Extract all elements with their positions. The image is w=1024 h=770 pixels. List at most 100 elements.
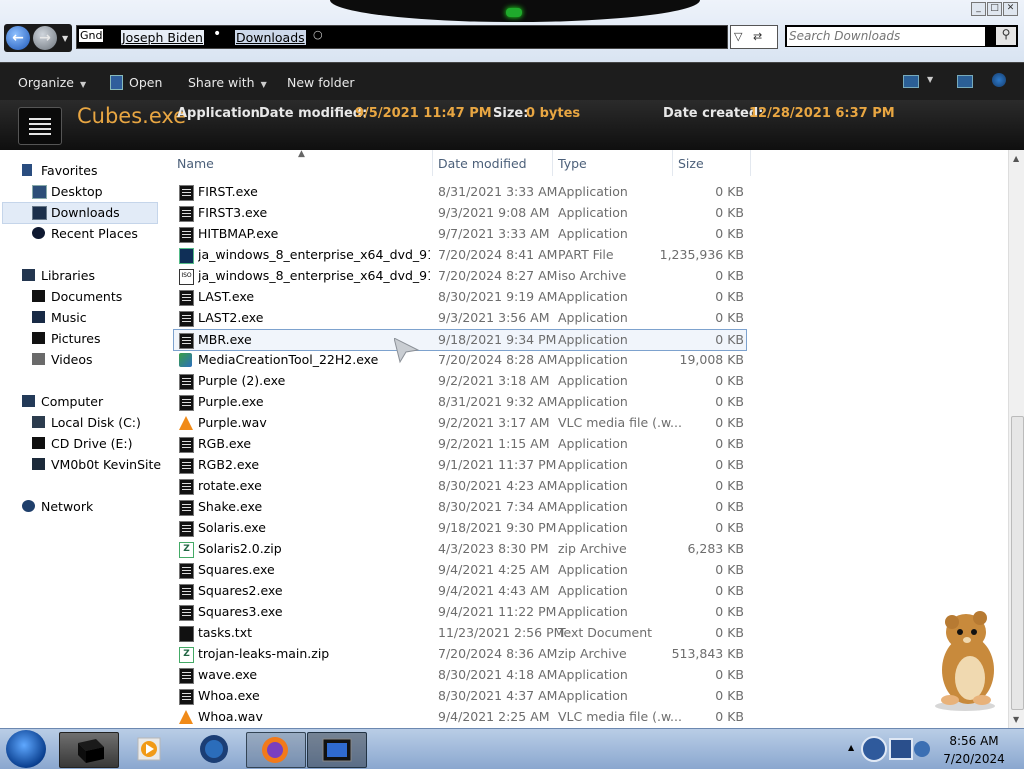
file-type: Application [558, 583, 628, 598]
recent-pages-dropdown-icon[interactable]: ▼ [62, 34, 68, 43]
address-history-dropdown-icon[interactable]: ▽ [734, 30, 742, 43]
help-icon[interactable] [992, 73, 1006, 87]
vertical-scrollbar[interactable]: ▲ ▼ [1008, 150, 1024, 728]
file-row[interactable]: FIRST.exe 8/31/2021 3:33 AM Application 0 K… [174, 182, 746, 202]
taskbar-app-explorer[interactable] [307, 732, 367, 768]
open-button[interactable]: Open [129, 75, 162, 90]
file-type: Application [558, 205, 628, 220]
scroll-down-icon[interactable]: ▼ [1013, 715, 1019, 724]
file-type: Application [558, 457, 628, 472]
preview-pane-icon[interactable] [957, 75, 973, 88]
file-row[interactable]: RGB2.exe 9/1/2021 11:37 PM Application 0 KB [174, 455, 746, 475]
pictures-icon [32, 332, 45, 344]
file-row[interactable]: HITBMAP.exe 9/7/2021 3:33 AM Application 0 … [174, 224, 746, 244]
taskbar-app-browser[interactable] [194, 732, 252, 766]
new-folder-button[interactable]: New folder [287, 75, 355, 90]
show-hidden-icons-icon[interactable]: ▲ [848, 743, 854, 752]
taskbar-app-firefox[interactable] [246, 732, 306, 768]
address-segment-root[interactable]: Gnd [79, 29, 103, 42]
file-row[interactable]: Shake.exe 8/30/2021 7:34 AM Application 0 K… [174, 497, 746, 517]
file-row[interactable]: Squares.exe 9/4/2021 4:25 AM Application 0 … [174, 560, 746, 580]
file-row[interactable]: Whoa.exe 8/30/2021 4:37 AM Application 0 KB [174, 686, 746, 706]
taskbar-app-media-player[interactable] [128, 732, 186, 766]
tray-status-icons[interactable] [860, 733, 932, 765]
file-name: rotate.exe [198, 478, 262, 493]
part-file-icon [179, 248, 194, 264]
search-icon[interactable]: ⚲ [996, 27, 1016, 45]
file-name: Squares.exe [198, 562, 275, 577]
column-header-date-modified[interactable]: Date modified [438, 156, 527, 171]
nav-label: Local Disk (C:) [51, 415, 141, 430]
close-button[interactable]: ✕ [1003, 2, 1018, 16]
taskbar-app-cubes[interactable] [59, 732, 119, 768]
address-dropdown-icon[interactable]: ○ [313, 28, 323, 41]
organize-button[interactable]: Organize ▼ [18, 75, 86, 90]
file-row[interactable]: Solaris.exe 9/18/2021 9:30 PM Application 0… [174, 518, 746, 538]
nav-label: Desktop [51, 184, 103, 199]
file-date-modified: 4/3/2023 8:30 PM [438, 541, 549, 556]
file-row[interactable]: Purple.exe 8/31/2021 9:32 AM Application 0 … [174, 392, 746, 412]
file-row[interactable]: Purple.wav 9/2/2021 3:17 AM VLC media file… [174, 413, 746, 433]
file-row[interactable]: ISO ja_windows_8_enterprise_x64_dvd_91791… [174, 266, 746, 286]
file-row[interactable]: Squares2.exe 9/4/2021 4:43 AM Application 0… [174, 581, 746, 601]
file-name: tasks.txt [198, 625, 252, 640]
search-input[interactable] [787, 27, 985, 46]
hamster-desktop-pet-icon[interactable] [920, 600, 1010, 712]
file-row[interactable]: RGB.exe 9/2/2021 1:15 AM Application 0 KB [174, 434, 746, 454]
clock-date[interactable]: 7/20/2024 [942, 752, 1006, 766]
file-date-modified: 9/1/2021 11:37 PM [438, 457, 557, 472]
videos-icon [32, 353, 45, 365]
star-icon [22, 164, 32, 176]
explorer-window-icon [322, 738, 352, 762]
file-row[interactable]: ja_windows_8_enterprise_x64_dvd_917919..… [174, 245, 746, 265]
start-button[interactable] [6, 730, 46, 768]
file-row[interactable]: MediaCreationTool_22H2.exe 7/20/2024 8:28… [174, 350, 746, 370]
column-divider[interactable] [750, 150, 751, 176]
file-row[interactable]: LAST2.exe 9/3/2021 3:56 AM Application 0 KB [174, 308, 746, 328]
file-row[interactable]: Purple (2).exe 9/2/2021 3:18 AM Applicatio… [174, 371, 746, 391]
refresh-icon[interactable]: ⇄ [753, 30, 762, 43]
file-row[interactable]: rotate.exe 8/30/2021 4:23 AM Application 0 … [174, 476, 746, 496]
file-row[interactable]: MBR.exe 9/18/2021 9:34 PM Application 0 KB [173, 329, 747, 351]
file-size: 0 KB [715, 478, 744, 493]
column-header-type[interactable]: Type [558, 156, 587, 171]
file-row[interactable]: wave.exe 8/30/2021 4:18 AM Application 0 KB [174, 665, 746, 685]
address-separator: • [213, 26, 222, 42]
file-row[interactable]: tasks.txt 11/23/2021 2:56 PM Text Document… [174, 623, 746, 643]
file-row[interactable]: Ztrojan-leaks-main.zip 7/20/2024 8:36 AM z… [174, 644, 746, 664]
file-date-modified: 9/2/2021 1:15 AM [438, 436, 550, 451]
file-row[interactable]: FIRST3.exe 9/3/2021 9:08 AM Application 0 K… [174, 203, 746, 223]
nav-label: Videos [51, 352, 93, 367]
file-size: 0 KB [715, 184, 744, 199]
share-with-button[interactable]: Share with ▼ [188, 75, 267, 90]
cd-drive-icon [32, 437, 45, 449]
exe-file-icon [179, 668, 194, 684]
file-type: Application [558, 478, 628, 493]
minimize-button[interactable]: _ [971, 2, 986, 16]
clock-time[interactable]: 8:56 AM [942, 734, 1006, 748]
column-divider[interactable] [432, 150, 433, 176]
column-header-name[interactable]: Name [177, 156, 214, 171]
address-segment-downloads[interactable]: Downloads [235, 30, 306, 45]
system-tray: ▲ [838, 729, 934, 769]
back-button[interactable]: ← [6, 26, 30, 50]
scrollbar-thumb[interactable] [1011, 416, 1024, 710]
column-divider[interactable] [552, 150, 553, 176]
maximize-button[interactable]: □ [987, 2, 1002, 16]
address-bar[interactable]: Gnd • Joseph Biden • Downloads ○ [76, 25, 728, 49]
file-type: Application [558, 226, 628, 241]
change-view-icon[interactable] [903, 75, 919, 88]
exe-file-icon [179, 227, 194, 243]
file-row[interactable]: Squares3.exe 9/4/2021 11:22 PM Application… [174, 602, 746, 622]
file-row[interactable]: LAST.exe 8/30/2021 9:19 AM Application 0 KB [174, 287, 746, 307]
address-segment-user[interactable]: Joseph Biden [121, 30, 204, 45]
nav-label: Libraries [41, 268, 95, 283]
file-row[interactable]: Z Solaris2.0.zip 4/3/2023 8:30 PM zip Archi… [174, 539, 746, 559]
forward-button[interactable]: → [33, 26, 57, 50]
view-options-dropdown-icon[interactable]: ▼ [927, 75, 933, 84]
column-header-size[interactable]: Size [678, 156, 704, 171]
file-row[interactable]: Whoa.wav 9/4/2021 2:25 AM VLC media file (… [174, 707, 746, 727]
scroll-up-icon[interactable]: ▲ [1013, 154, 1019, 163]
column-divider[interactable] [672, 150, 673, 176]
file-name: Squares2.exe [198, 583, 283, 598]
